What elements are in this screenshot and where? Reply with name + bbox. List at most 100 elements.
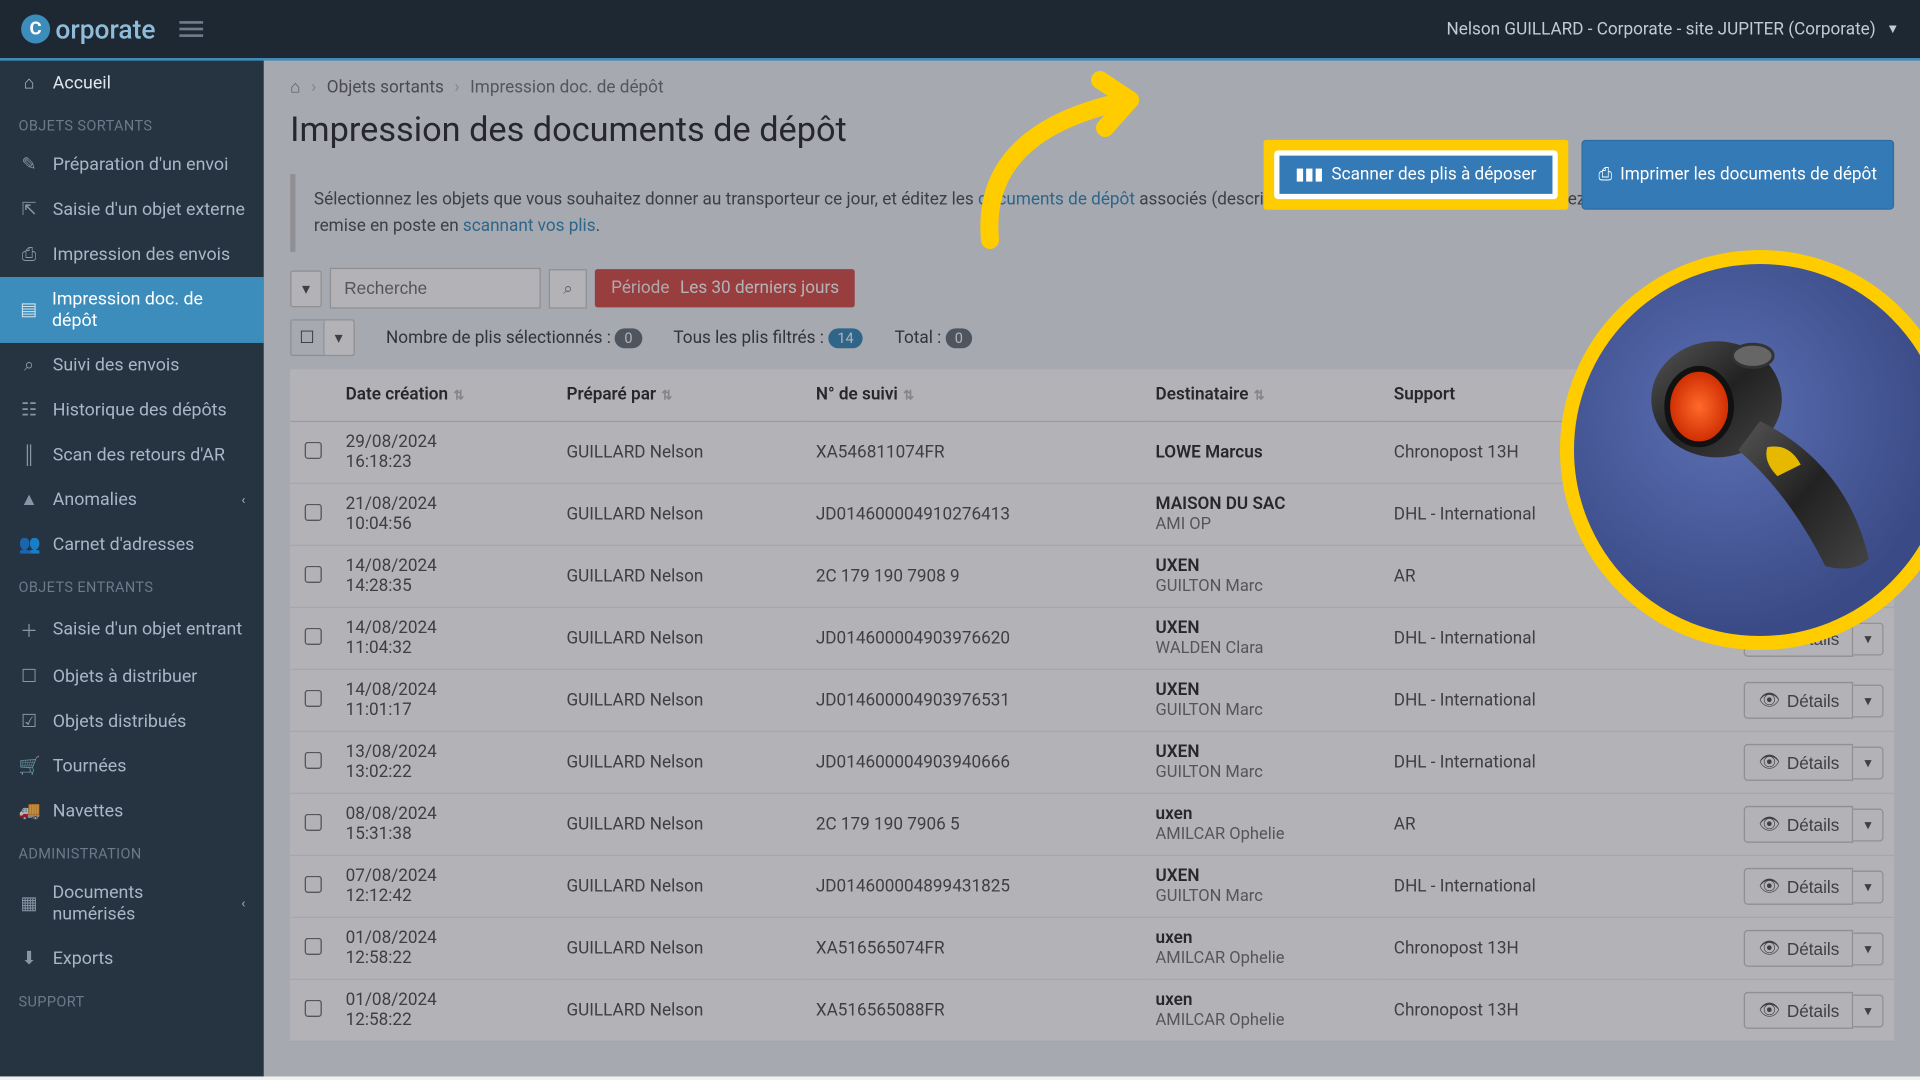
chevron-down-icon: ▼ (1886, 22, 1899, 37)
document-icon: ▤ (18, 299, 38, 320)
sidebar-item[interactable]: ⇱ Saisie d'un objet externe (0, 187, 264, 232)
scan-icon: ▦ (18, 893, 39, 914)
sidebar-item[interactable]: ▦Documents numérisés‹ (0, 871, 264, 937)
table-row: 13/08/202413:02:22GUILLARD NelsonJD01460… (290, 731, 1894, 793)
sidebar-item[interactable]: ⌕Suivi des envois (0, 343, 264, 388)
check-icon: ☑ (18, 711, 39, 732)
details-button[interactable]: 👁 Détails (1744, 806, 1854, 843)
total-count-badge: 0 (946, 328, 973, 348)
sidebar-item[interactable]: ☑Objets distribués (0, 699, 264, 744)
cell-dest: UXENGUILTON Marc (1145, 545, 1383, 607)
row-checkbox[interactable] (304, 937, 321, 954)
details-dropdown[interactable]: ▾ (1854, 623, 1884, 656)
print-icon: ⎙ (18, 244, 39, 265)
row-checkbox[interactable] (304, 689, 321, 706)
sidebar-section: ADMINISTRATION (0, 834, 264, 871)
cell-tracking: XA516565088FR (805, 979, 1145, 1041)
details-dropdown[interactable]: ▾ (1854, 871, 1884, 904)
sidebar-item[interactable]: 🛒Tournées (0, 744, 264, 789)
row-checkbox[interactable] (304, 441, 321, 458)
details-button[interactable]: 👁 Détails (1744, 744, 1854, 781)
col-prep[interactable]: Préparé par⇅ (556, 369, 805, 421)
details-dropdown[interactable]: ▾ (1854, 995, 1884, 1028)
logo[interactable]: C orporate (21, 13, 155, 45)
sidebar-item[interactable]: ☷Historique des dépôts (0, 388, 264, 433)
period-filter[interactable]: Période Les 30 derniers jours (595, 269, 855, 307)
sidebar-item[interactable]: 🚚Navettes (0, 789, 264, 834)
sidebar-section: OBJETS SORTANTS (0, 106, 264, 143)
sidebar-item-label: Accueil (53, 73, 111, 94)
col-date[interactable]: Date création⇅ (335, 369, 556, 421)
row-checkbox[interactable] (304, 751, 321, 768)
details-dropdown[interactable]: ▾ (1854, 747, 1884, 780)
cell-dest: UXENGUILTON Marc (1145, 855, 1383, 917)
sidebar-item[interactable]: ⬇Exports (0, 936, 264, 981)
sidebar-item[interactable]: ＋Saisie d'un objet entrant (0, 604, 264, 654)
search-input[interactable] (330, 268, 541, 309)
row-checkbox[interactable] (304, 627, 321, 644)
cell-date: 14/08/202414:28:35 (335, 545, 556, 607)
details-button[interactable]: 👁 Détails (1744, 868, 1854, 905)
row-checkbox[interactable] (304, 565, 321, 582)
sidebar-item-label: Tournées (53, 756, 127, 777)
cell-dest: UXENGUILTON Marc (1145, 731, 1383, 793)
table-row: 01/08/202412:58:22GUILLARD NelsonXA51656… (290, 979, 1894, 1041)
details-dropdown[interactable]: ▾ (1854, 685, 1884, 718)
sidebar-item-active[interactable]: ▤Impression doc. de dépôt (0, 277, 264, 343)
cell-tracking: JD014600004903976620 (805, 607, 1145, 669)
sort-icon: ⇅ (903, 389, 914, 404)
barcode-icon: ║ (18, 445, 39, 466)
cell-prep: GUILLARD Nelson (556, 421, 805, 483)
highlight-annotation: ▮▮▮ Scanner des plis à déposer (1264, 140, 1569, 210)
cell-prep: GUILLARD Nelson (556, 979, 805, 1041)
eye-icon: 👁 (1758, 938, 1780, 959)
details-dropdown[interactable]: ▾ (1854, 809, 1884, 842)
row-checkbox[interactable] (304, 813, 321, 830)
details-button[interactable]: 👁 Détails (1744, 682, 1854, 719)
print-button[interactable]: ⎙ Imprimer les documents de dépôt (1581, 140, 1894, 210)
link-scan[interactable]: scannant vos plis (463, 216, 596, 236)
select-all-checkbox[interactable]: ☐ (291, 322, 322, 352)
cell-dest: UXENGUILTON Marc (1145, 669, 1383, 731)
sidebar-section: OBJETS ENTRANTS (0, 567, 264, 604)
sidebar-item-label: Scan des retours d'AR (53, 445, 225, 466)
sidebar-item[interactable]: ☐Objets à distribuer (0, 654, 264, 699)
menu-toggle-icon[interactable] (179, 21, 203, 37)
select-all-dropdown[interactable]: ▾ (323, 321, 353, 355)
home-icon[interactable]: ⌂ (290, 77, 300, 98)
col-dest[interactable]: Destinataire⇅ (1145, 369, 1383, 421)
sidebar-item[interactable]: ▲Anomalies‹ (0, 477, 264, 522)
filtered-count-badge: 14 (828, 328, 863, 348)
col-track[interactable]: N° de suivi⇅ (805, 369, 1145, 421)
search-button[interactable]: ⌕ (549, 268, 588, 308)
details-dropdown[interactable]: ▾ (1854, 933, 1884, 966)
cell-date: 14/08/202411:01:17 (335, 669, 556, 731)
cell-date: 14/08/202411:04:32 (335, 607, 556, 669)
scan-button[interactable]: ▮▮▮ Scanner des plis à déposer (1274, 150, 1557, 199)
sidebar-item[interactable]: ✎Préparation d'un envoi (0, 142, 264, 187)
details-button[interactable]: 👁 Détails (1744, 992, 1854, 1029)
sidebar-item[interactable]: ║ Scan des retours d'AR (0, 433, 264, 478)
sidebar-item-label: Impression des envois (53, 244, 230, 265)
breadcrumb-link[interactable]: Objets sortants (327, 77, 444, 97)
link-documents[interactable]: documents de dépôt (978, 190, 1135, 210)
sidebar-item-label: Saisie d'un objet externe (53, 199, 245, 220)
sidebar-item[interactable]: ⎙ Impression des envois (0, 232, 264, 277)
cell-date: 07/08/202412:12:42 (335, 855, 556, 917)
box-icon: ☐ (18, 666, 39, 687)
cell-prep: GUILLARD Nelson (556, 731, 805, 793)
sort-icon: ⇅ (661, 389, 672, 404)
row-checkbox[interactable] (304, 503, 321, 520)
period-label: Période (611, 278, 669, 298)
user-menu[interactable]: Nelson GUILLARD - Corporate - site JUPIT… (1447, 19, 1900, 39)
sidebar-item[interactable]: 👥Carnet d'adresses (0, 522, 264, 567)
eye-icon: 👁 (1758, 1000, 1780, 1021)
row-checkbox[interactable] (304, 999, 321, 1016)
table-row: 08/08/202415:31:38GUILLARD Nelson2C 179 … (290, 793, 1894, 855)
addressbook-icon: 👥 (18, 534, 39, 555)
sidebar-item-home[interactable]: ⌂Accueil (0, 61, 264, 106)
filter-dropdown[interactable]: ▾ (290, 270, 322, 307)
row-checkbox[interactable] (304, 875, 321, 892)
external-icon: ⇱ (18, 199, 39, 220)
details-button[interactable]: 👁 Détails (1744, 930, 1854, 967)
